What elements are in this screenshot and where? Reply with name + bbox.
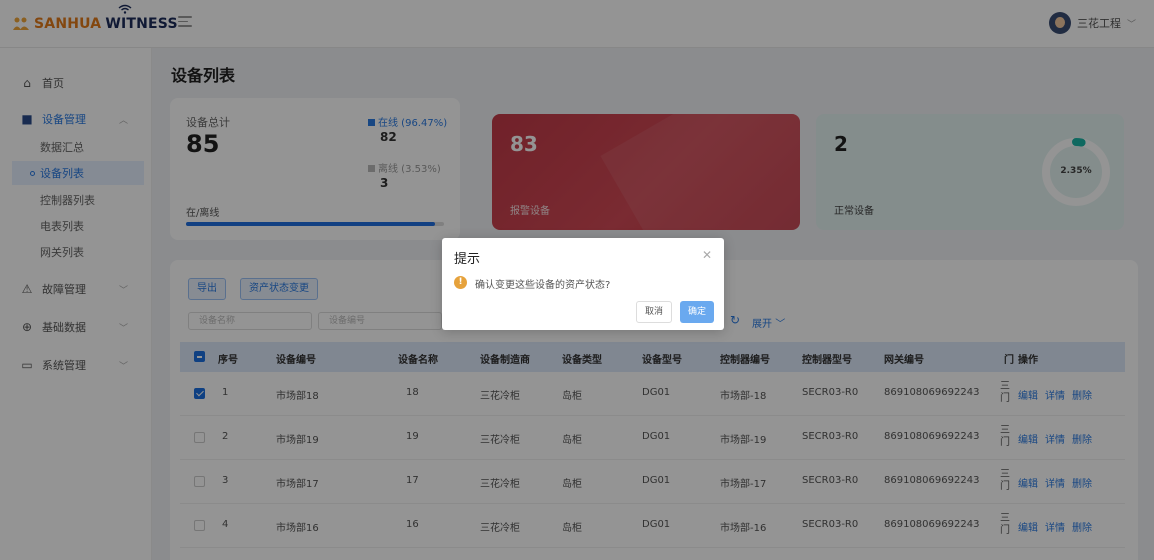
confirm-dialog: 提示 ✕ ! 确认变更这些设备的资产状态? 取消 确定: [442, 238, 724, 330]
cancel-button[interactable]: 取消: [636, 301, 672, 323]
confirm-button[interactable]: 确定: [680, 301, 714, 323]
dialog-message: 确认变更这些设备的资产状态?: [475, 280, 611, 291]
dialog-title: 提示: [454, 252, 481, 267]
close-icon[interactable]: ✕: [702, 248, 712, 262]
warning-icon: !: [454, 276, 467, 289]
